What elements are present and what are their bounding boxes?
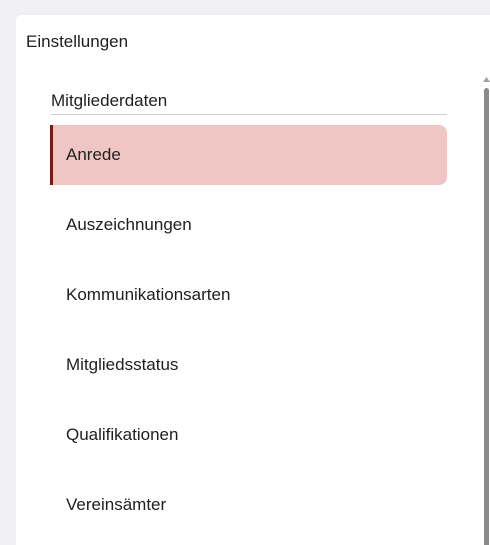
nav-item-qualifikationen[interactable]: Qualifikationen bbox=[50, 405, 447, 465]
nav-item-label: Kommunikationsarten bbox=[66, 285, 231, 304]
scrollbar-thumb[interactable] bbox=[484, 88, 489, 545]
nav-item-label: Auszeichnungen bbox=[66, 215, 192, 234]
settings-panel: Einstellungen Mitgliederdaten Anrede Aus… bbox=[16, 15, 490, 545]
scroll-up-button[interactable] bbox=[482, 75, 490, 83]
settings-scroll-area[interactable]: Mitgliederdaten Anrede Auszeichnungen Ko… bbox=[16, 75, 490, 545]
nav-item-label: Anrede bbox=[66, 145, 121, 164]
nav-item-vereinsaemter[interactable]: Vereinsämter bbox=[50, 475, 447, 535]
nav-item-kommunikationsarten[interactable]: Kommunikationsarten bbox=[50, 265, 447, 325]
nav-item-label: Qualifikationen bbox=[66, 425, 179, 444]
nav-item-mitgliedsstatus[interactable]: Mitgliedsstatus bbox=[50, 335, 447, 395]
nav-item-label: Mitgliedsstatus bbox=[66, 355, 179, 374]
section-header-mitgliederdaten: Mitgliederdaten bbox=[51, 92, 447, 115]
nav-item-anrede[interactable]: Anrede bbox=[50, 125, 447, 185]
nav-item-auszeichnungen[interactable]: Auszeichnungen bbox=[50, 195, 447, 255]
panel-title: Einstellungen bbox=[26, 32, 129, 51]
scrollbar-track[interactable] bbox=[482, 84, 490, 545]
settings-nav-list: Anrede Auszeichnungen Kommunikationsarte… bbox=[50, 125, 447, 545]
triangle-up-icon bbox=[482, 76, 490, 82]
nav-item-label: Vereinsämter bbox=[66, 495, 167, 514]
